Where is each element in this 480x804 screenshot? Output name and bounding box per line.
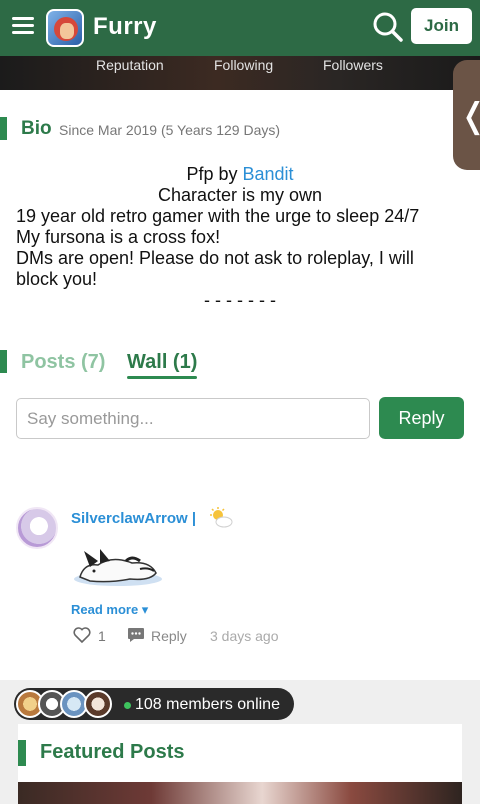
bio-line-age: 19 year old retro gamer with the urge to… [16, 206, 420, 226]
comment-reply-link[interactable]: Reply [151, 628, 187, 644]
stat-reputation[interactable]: Reputation [96, 57, 164, 73]
bio-line-dms: DMs are open! Please do not ask to rolep… [16, 248, 414, 268]
top-bar: Furry Join [0, 0, 480, 56]
reply-button[interactable]: Reply [379, 397, 464, 439]
sun-cloud-icon [209, 507, 233, 529]
like-count: 1 [98, 628, 106, 644]
bio-pfp-link[interactable]: Bandit [242, 164, 293, 184]
featured-accent [18, 740, 26, 766]
wall-comment-input[interactable] [16, 398, 370, 439]
bio-line-fursona: My fursona is a cross fox! [16, 227, 221, 247]
chevron-left-icon: ❬ [459, 96, 480, 136]
bio-line-block: block you! [16, 269, 98, 289]
featured-posts-heading: Featured Posts [40, 741, 185, 763]
bio-heading: Bio [21, 118, 52, 139]
join-button[interactable]: Join [411, 8, 472, 44]
profile-stats: Reputation Following Followers [0, 56, 480, 90]
side-drawer-tab[interactable]: ❬ [453, 60, 480, 170]
featured-post-image[interactable] [18, 782, 462, 804]
menu-icon[interactable] [12, 17, 34, 35]
tab-wall[interactable]: Wall (1) [127, 351, 197, 374]
read-more-link[interactable]: Read more ▾ [71, 602, 148, 618]
online-status-dot [124, 702, 131, 709]
commenter-avatar[interactable] [16, 507, 58, 549]
commenter-name[interactable]: SilverclawArrow | [71, 510, 196, 527]
search-icon[interactable] [372, 11, 404, 43]
bio-pfp-text: Pfp by [186, 164, 243, 184]
comment-bubble-icon[interactable] [127, 627, 145, 643]
comment-timestamp: 3 days ago [210, 628, 279, 644]
online-members-count[interactable]: 108 members online [135, 696, 280, 714]
stat-following[interactable]: Following [214, 57, 273, 73]
community-title[interactable]: Furry [93, 13, 157, 41]
bio-line-pfp: Pfp by Bandit [0, 164, 480, 185]
bio-divider: - - - - - - - [204, 290, 276, 310]
online-member-avatar[interactable] [84, 690, 112, 718]
bio-since: Since Mar 2019 (5 Years 129 Days) [59, 122, 281, 138]
community-logo[interactable] [46, 9, 84, 47]
comment-sticker-image[interactable] [70, 541, 166, 589]
stat-followers[interactable]: Followers [323, 57, 383, 73]
tabs-accent [0, 350, 7, 373]
section-accent [0, 117, 7, 140]
heart-icon[interactable] [73, 626, 91, 644]
active-tab-indicator [127, 376, 197, 379]
tab-posts[interactable]: Posts (7) [21, 351, 105, 374]
bio-line-character: Character is my own [157, 185, 323, 205]
